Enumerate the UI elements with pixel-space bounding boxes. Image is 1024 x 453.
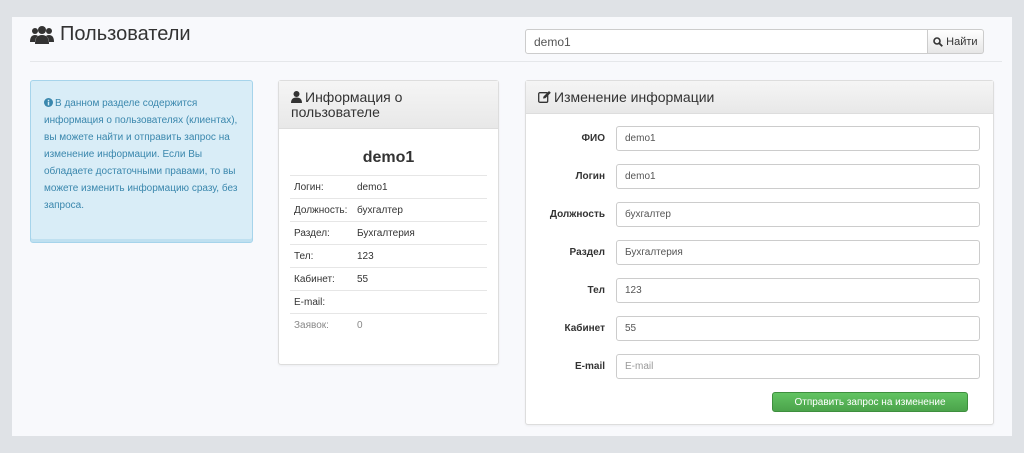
users-icon: [30, 25, 54, 44]
user-info-panel-heading: Информация о пользователе: [279, 81, 498, 129]
office-label: Кабинет: [564, 323, 605, 334]
form-row-login: Логин: [526, 164, 995, 190]
department-label: Раздел: [569, 247, 605, 258]
row-value: demo1: [353, 175, 487, 199]
edit-info-panel: Изменение информации ФИО Логин Должность…: [525, 80, 994, 425]
edit-info-panel-heading: Изменение информации: [526, 81, 993, 114]
search-button-label: Найти: [946, 35, 978, 48]
row-value: 55: [353, 267, 487, 291]
edit-icon: [538, 91, 551, 103]
form-row-office: Кабинет: [526, 316, 995, 342]
search-input[interactable]: [525, 29, 928, 54]
login-field[interactable]: [616, 164, 980, 189]
department-field[interactable]: [616, 240, 980, 265]
form-row-position: Должность: [526, 202, 995, 228]
search-button[interactable]: Найти: [927, 29, 984, 54]
row-key: Заявок:: [290, 313, 353, 337]
user-info-panel-title: Информация о пользователе: [291, 89, 403, 120]
row-value: бухгалтер: [353, 198, 487, 222]
position-field[interactable]: [616, 202, 980, 227]
page-title: Пользователи: [30, 23, 191, 46]
info-alert: В данном разделе содержится информация о…: [30, 80, 253, 243]
edit-info-panel-title: Изменение информации: [554, 89, 715, 105]
page-container: Пользователи Найти В данном разделе соде…: [12, 17, 1012, 436]
login-label: Логин: [575, 171, 605, 182]
row-key: Кабинет:: [290, 267, 353, 291]
table-row: Раздел: Бухгалтерия: [290, 221, 487, 245]
form-row-department: Раздел: [526, 240, 995, 266]
table-row: Логин: demo1: [290, 175, 487, 199]
row-key: Тел:: [290, 244, 353, 268]
row-key: Должность:: [290, 198, 353, 222]
user-name: demo1: [362, 149, 415, 166]
phone-label: Тел: [587, 285, 605, 296]
table-row: E-mail:: [290, 290, 487, 314]
table-row: Заявок: 0: [290, 313, 487, 337]
email-label: E-mail: [574, 361, 605, 372]
search-icon: [933, 36, 944, 47]
row-key: Раздел:: [290, 221, 353, 245]
table-row: Кабинет: 55: [290, 267, 487, 291]
table-row: Тел: 123: [290, 244, 487, 268]
row-value: 0: [353, 313, 487, 337]
user-icon: [291, 91, 302, 103]
page-title-text: Пользователи: [60, 23, 191, 45]
submit-change-request-button[interactable]: Отправить запрос на изменение: [772, 392, 968, 412]
page-header: Пользователи Найти: [30, 17, 1002, 62]
row-value: 123: [353, 244, 487, 268]
row-key: E-mail:: [290, 290, 353, 314]
row-key: Логин:: [290, 175, 353, 199]
form-row-email: E-mail: [526, 354, 995, 380]
fio-label: ФИО: [581, 133, 605, 144]
info-alert-text: В данном разделе содержится информация о…: [44, 98, 238, 211]
search-box: Найти: [525, 29, 984, 54]
fio-field[interactable]: [616, 126, 980, 151]
table-row: Должность: бухгалтер: [290, 198, 487, 222]
position-label: Должность: [549, 209, 605, 220]
form-row-phone: Тел: [526, 278, 995, 304]
info-icon: [44, 98, 53, 107]
user-info-table: Логин: demo1 Должность: бухгалтер Раздел…: [290, 175, 487, 337]
user-info-panel: Информация о пользователе demo1 Логин: d…: [278, 80, 499, 365]
phone-field[interactable]: [616, 278, 980, 303]
email-field[interactable]: [616, 354, 980, 379]
row-value: Бухгалтерия: [353, 221, 487, 245]
office-field[interactable]: [616, 316, 980, 341]
row-value: [353, 290, 487, 314]
form-row-fio: ФИО: [526, 126, 995, 152]
